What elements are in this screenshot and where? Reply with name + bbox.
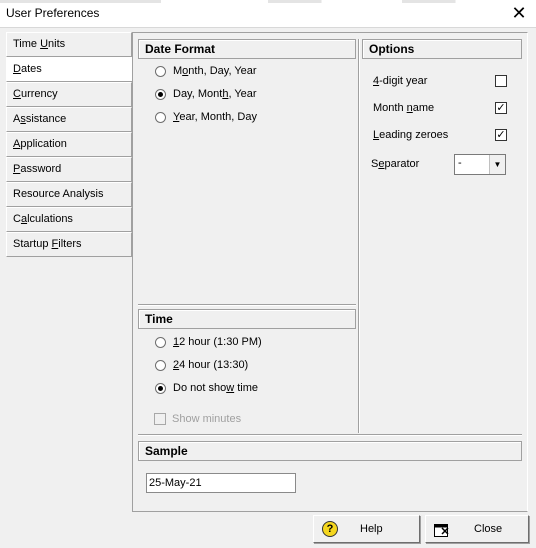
radio-button[interactable] <box>155 111 166 123</box>
radio-do-not-show-time[interactable]: Do not show time <box>155 382 258 394</box>
radio-day-month-year[interactable]: Day, Month, Year <box>155 88 257 100</box>
radio-button[interactable] <box>155 88 166 100</box>
dialog-client-area: Time Units Dates Currency Assistance App… <box>0 29 536 548</box>
radio-label: 24 hour (13:30) <box>173 359 249 371</box>
tab-time-units[interactable]: Time Units <box>6 32 132 57</box>
tab-calculations[interactable]: Calculations <box>6 207 132 232</box>
radio-24-hour[interactable]: 24 hour (13:30) <box>155 359 248 371</box>
radio-button[interactable] <box>155 359 166 371</box>
month-name-label: Month name <box>373 102 435 114</box>
tab-assistance[interactable]: Assistance <box>6 107 132 132</box>
sample-header: Sample <box>138 441 522 461</box>
help-button-label: Help <box>360 523 383 535</box>
window-title: User Preferences <box>6 6 100 20</box>
radio-label: Month, Day, Year <box>173 65 257 77</box>
close-window-icon <box>434 522 450 537</box>
radio-month-day-year[interactable]: Month, Day, Year <box>155 65 257 77</box>
help-button[interactable]: ? Help <box>313 515 420 543</box>
sample-output-field: 25-May-21 <box>146 473 296 493</box>
help-icon: ? <box>322 521 338 537</box>
four-digit-year-checkbox[interactable] <box>495 75 507 87</box>
time-divider <box>138 304 356 306</box>
show-minutes-checkbox <box>154 413 166 425</box>
show-minutes-label: Show minutes <box>172 413 242 425</box>
tab-dates[interactable]: Dates <box>6 57 133 82</box>
tab-application[interactable]: Application <box>6 132 132 157</box>
time-header: Time <box>138 309 356 329</box>
date-format-header: Date Format <box>138 39 356 59</box>
tab-password[interactable]: Password <box>6 157 132 182</box>
column-divider <box>358 39 360 433</box>
separator-value: - <box>458 157 462 169</box>
radio-label: Year, Month, Day <box>173 111 257 123</box>
radio-button[interactable] <box>155 336 166 348</box>
separator-label: Separator <box>371 158 420 170</box>
separator-select[interactable]: - ▼ <box>454 154 506 175</box>
window-close-icon[interactable]: ✕ <box>510 4 528 22</box>
radio-year-month-day[interactable]: Year, Month, Day <box>155 111 257 123</box>
dates-panel: Date Format Month, Day, Year Day, Month,… <box>132 32 528 512</box>
radio-label: Day, Month, Year <box>173 88 257 100</box>
options-header: Options <box>362 39 522 59</box>
close-button-label: Close <box>474 523 503 535</box>
title-bar: User Preferences ✕ <box>0 0 536 28</box>
close-button[interactable]: Close <box>425 515 529 543</box>
tab-startup-filters[interactable]: Startup Filters <box>6 232 132 257</box>
background-window-strip <box>0 0 536 3</box>
radio-button[interactable] <box>155 65 166 77</box>
tab-resource-analysis[interactable]: Resource Analysis <box>6 182 132 207</box>
preference-tabs: Time Units Dates Currency Assistance App… <box>6 32 133 258</box>
four-digit-year-label: 4-digit year <box>373 75 428 87</box>
radio-12-hour[interactable]: 12 hour (1:30 PM) <box>155 336 262 348</box>
chevron-down-icon[interactable]: ▼ <box>489 155 505 174</box>
month-name-checkbox[interactable]: ✓ <box>495 102 507 114</box>
radio-label: Do not show time <box>173 382 258 394</box>
leading-zeroes-checkbox[interactable]: ✓ <box>495 129 507 141</box>
radio-label: 12 hour (1:30 PM) <box>173 336 262 348</box>
leading-zeroes-label: Leading zeroes <box>373 129 449 141</box>
sample-divider <box>138 434 522 436</box>
radio-button[interactable] <box>155 382 166 394</box>
tab-currency[interactable]: Currency <box>6 82 132 107</box>
